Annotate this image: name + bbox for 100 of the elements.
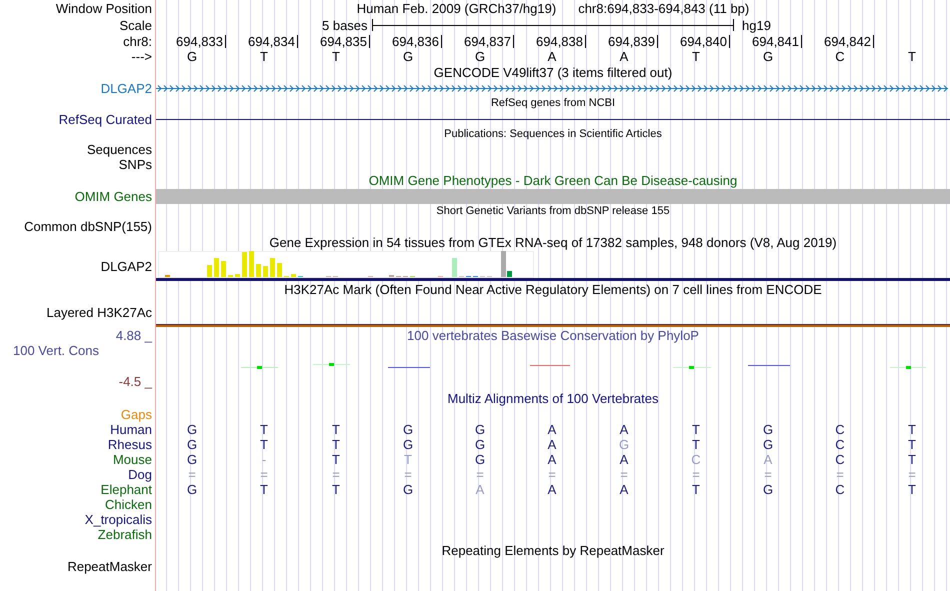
track-label: DLGAP2	[100, 258, 152, 274]
base-letter: -	[262, 452, 266, 467]
base-letter: G	[402, 437, 414, 452]
base-letter: T	[404, 452, 412, 467]
base-letter: G	[762, 422, 774, 437]
track-title: Multiz Alignments of 100 Vertebrates	[447, 391, 658, 406]
base-letter: =	[332, 467, 340, 482]
track-title: RefSeq genes from NCBI	[490, 96, 616, 111]
track-label: RepeatMasker	[67, 559, 152, 574]
base-letter: =	[620, 467, 628, 482]
base-letter: G	[762, 437, 774, 452]
base-letter: C	[835, 49, 845, 64]
base-letter: C	[835, 452, 845, 467]
species-label: Dog	[128, 467, 152, 482]
base-letter: G	[186, 49, 198, 64]
axis-min-label: -4.5 _	[118, 374, 152, 389]
base-letter: G	[402, 422, 414, 437]
base-letter: G	[618, 437, 630, 452]
track-label: OMIM Genes	[74, 189, 152, 204]
assembly-name: Human Feb. 2009 (GRCh37/hg19)	[356, 1, 556, 16]
base-letter: G	[186, 422, 198, 437]
base-letter: A	[548, 482, 556, 497]
base-letter: T	[908, 482, 916, 497]
base-letter: G	[762, 49, 774, 64]
base-letter: T	[908, 422, 916, 437]
row-label: chr8:	[123, 34, 152, 48]
track-title: 100 vertebrates Basewise Conservation by PhyloP	[407, 328, 699, 342]
track-label: DLGAP2	[100, 81, 152, 96]
track-label: SNPs	[118, 157, 152, 172]
track-label: Layered H3K27Ac	[46, 305, 152, 320]
row-label: Scale	[119, 18, 152, 32]
position-label: 694,835	[320, 34, 370, 48]
assembly-label: hg19	[742, 18, 771, 32]
base-letter: A	[476, 482, 484, 497]
position-label: 694,841	[752, 34, 802, 48]
base-letter: G	[186, 437, 198, 452]
base-letter: T	[692, 49, 700, 64]
base-letter: A	[548, 49, 556, 64]
species-label: X_tropicalis	[84, 512, 152, 527]
base-letter: A	[548, 437, 556, 452]
position-label: 694,834	[248, 34, 298, 48]
position-label: 694,840	[680, 34, 730, 48]
track-title: Repeating Elements by RepeatMasker	[442, 543, 664, 558]
base-letter: =	[188, 467, 196, 482]
base-letter: =	[548, 467, 556, 482]
base-letter: T	[692, 422, 700, 437]
base-letter: =	[908, 467, 916, 482]
base-letter: T	[260, 482, 268, 497]
track-title: H3K27Ac Mark (Often Found Near Active Regulatory Elements) on 7 cell lines from ENCODE	[284, 282, 822, 297]
base-letter: G	[474, 437, 486, 452]
base-letter: A	[620, 422, 628, 437]
track-title: GENCODE V49lift37 (3 items filtered out)	[434, 65, 672, 80]
base-letter: =	[476, 467, 484, 482]
track-label: 100 Vert. Cons	[13, 343, 99, 358]
position-label: 694,836	[392, 34, 442, 48]
scale-text: 5 bases	[322, 18, 369, 32]
base-letter: A	[548, 452, 556, 467]
base-letter: T	[908, 452, 916, 467]
track-label: Sequences	[86, 142, 152, 157]
axis-max-label: 4.88 _	[116, 328, 152, 342]
track-label: Common dbSNP(155)	[24, 219, 152, 234]
species-label: Rhesus	[108, 437, 152, 452]
base-letter: C	[835, 482, 845, 497]
species-label: Elephant	[100, 482, 152, 497]
base-letter: T	[692, 437, 700, 452]
base-letter: T	[332, 422, 340, 437]
base-letter: G	[402, 49, 414, 64]
species-label: Chicken	[105, 497, 152, 512]
position-label: 694,842	[824, 34, 874, 48]
base-letter: T	[908, 437, 916, 452]
base-letter: T	[332, 49, 340, 64]
base-letter: A	[620, 482, 628, 497]
species-label: Mouse	[112, 452, 152, 467]
track-label: RefSeq Curated	[58, 112, 152, 126]
base-letter: =	[764, 467, 772, 482]
base-letter: G	[186, 452, 198, 467]
base-letter: C	[835, 437, 845, 452]
species-label: Human	[110, 422, 152, 437]
base-letter: T	[332, 482, 340, 497]
track-title: Publications: Sequences in Scientific Articles	[444, 127, 662, 142]
base-letter: T	[332, 437, 340, 452]
base-letter: G	[474, 452, 486, 467]
track-title: Short Genetic Variants from dbSNP release 155	[436, 204, 670, 219]
base-letter: A	[620, 452, 628, 467]
base-letter: A	[620, 49, 628, 64]
base-letter: G	[474, 49, 486, 64]
species-label: Zebrafish	[98, 527, 152, 542]
position-label: 694,837	[464, 34, 514, 48]
base-letter: G	[402, 482, 414, 497]
position-label: 694,833	[176, 34, 226, 48]
base-letter: G	[762, 482, 774, 497]
base-letter: T	[908, 49, 916, 64]
base-letter: G	[186, 482, 198, 497]
base-letter: A	[764, 452, 772, 467]
position-range: chr8:694,833-694,843 (11 bp)	[578, 1, 750, 16]
base-letter: =	[404, 467, 412, 482]
track-title: OMIM Gene Phenotypes - Dark Green Can Be Disease-causing	[368, 173, 738, 188]
base-letter: T	[260, 437, 268, 452]
base-letter: T	[332, 452, 340, 467]
base-letter: T	[692, 482, 700, 497]
